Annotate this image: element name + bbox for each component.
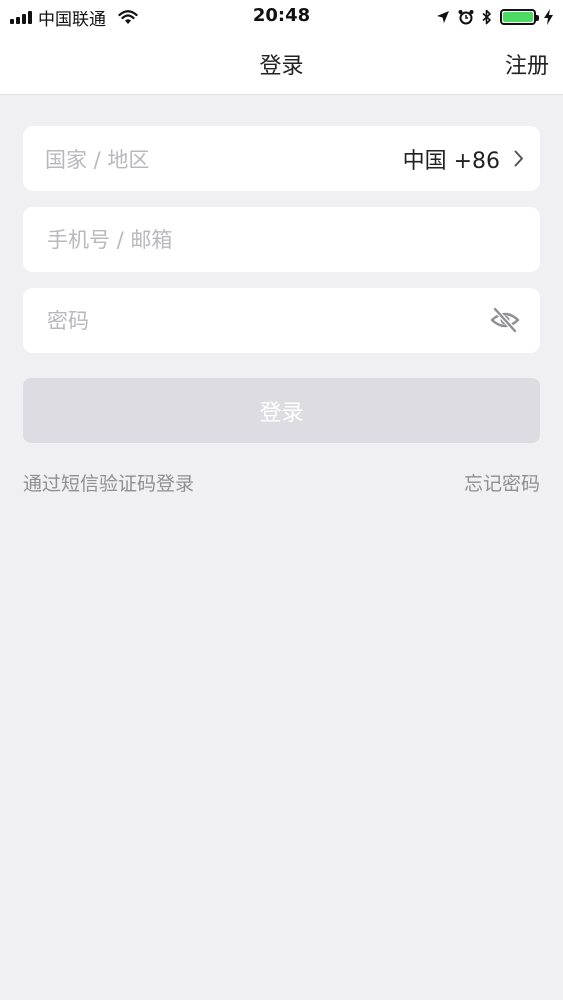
bluetooth-icon — [482, 9, 491, 25]
forgot-password-link[interactable]: 忘记密码 — [464, 469, 540, 496]
login-form: 国家 / 地区 中国 +86 登录 通过短信验证码登录 忘记密码 — [23, 126, 540, 499]
status-right — [436, 6, 553, 28]
account-input[interactable] — [45, 226, 518, 253]
password-field-container — [23, 288, 540, 353]
battery-icon — [500, 9, 539, 25]
navigation-bar: 登录 注册 — [0, 34, 563, 95]
register-button[interactable]: 注册 — [505, 48, 549, 80]
country-value: 中国 +86 — [402, 148, 500, 174]
location-arrow-icon — [437, 11, 449, 23]
battery-fill — [503, 12, 533, 22]
eye-off-icon[interactable] — [490, 307, 520, 333]
password-input[interactable] — [45, 307, 452, 334]
alarm-icon — [458, 10, 474, 25]
country-label: 国家 / 地区 — [45, 147, 150, 172]
status-bar: 中国联通 20:48 — [0, 0, 563, 34]
sms-login-link[interactable]: 通过短信验证码登录 — [23, 469, 194, 496]
country-selector[interactable]: 国家 / 地区 中国 +86 — [23, 126, 540, 191]
page-title: 登录 — [259, 54, 304, 79]
chevron-right-icon — [514, 150, 523, 167]
charging-bolt-icon — [544, 9, 553, 25]
login-button[interactable]: 登录 — [23, 378, 540, 443]
account-field-container — [23, 207, 540, 272]
login-links: 通过短信验证码登录 忘记密码 — [23, 469, 540, 499]
